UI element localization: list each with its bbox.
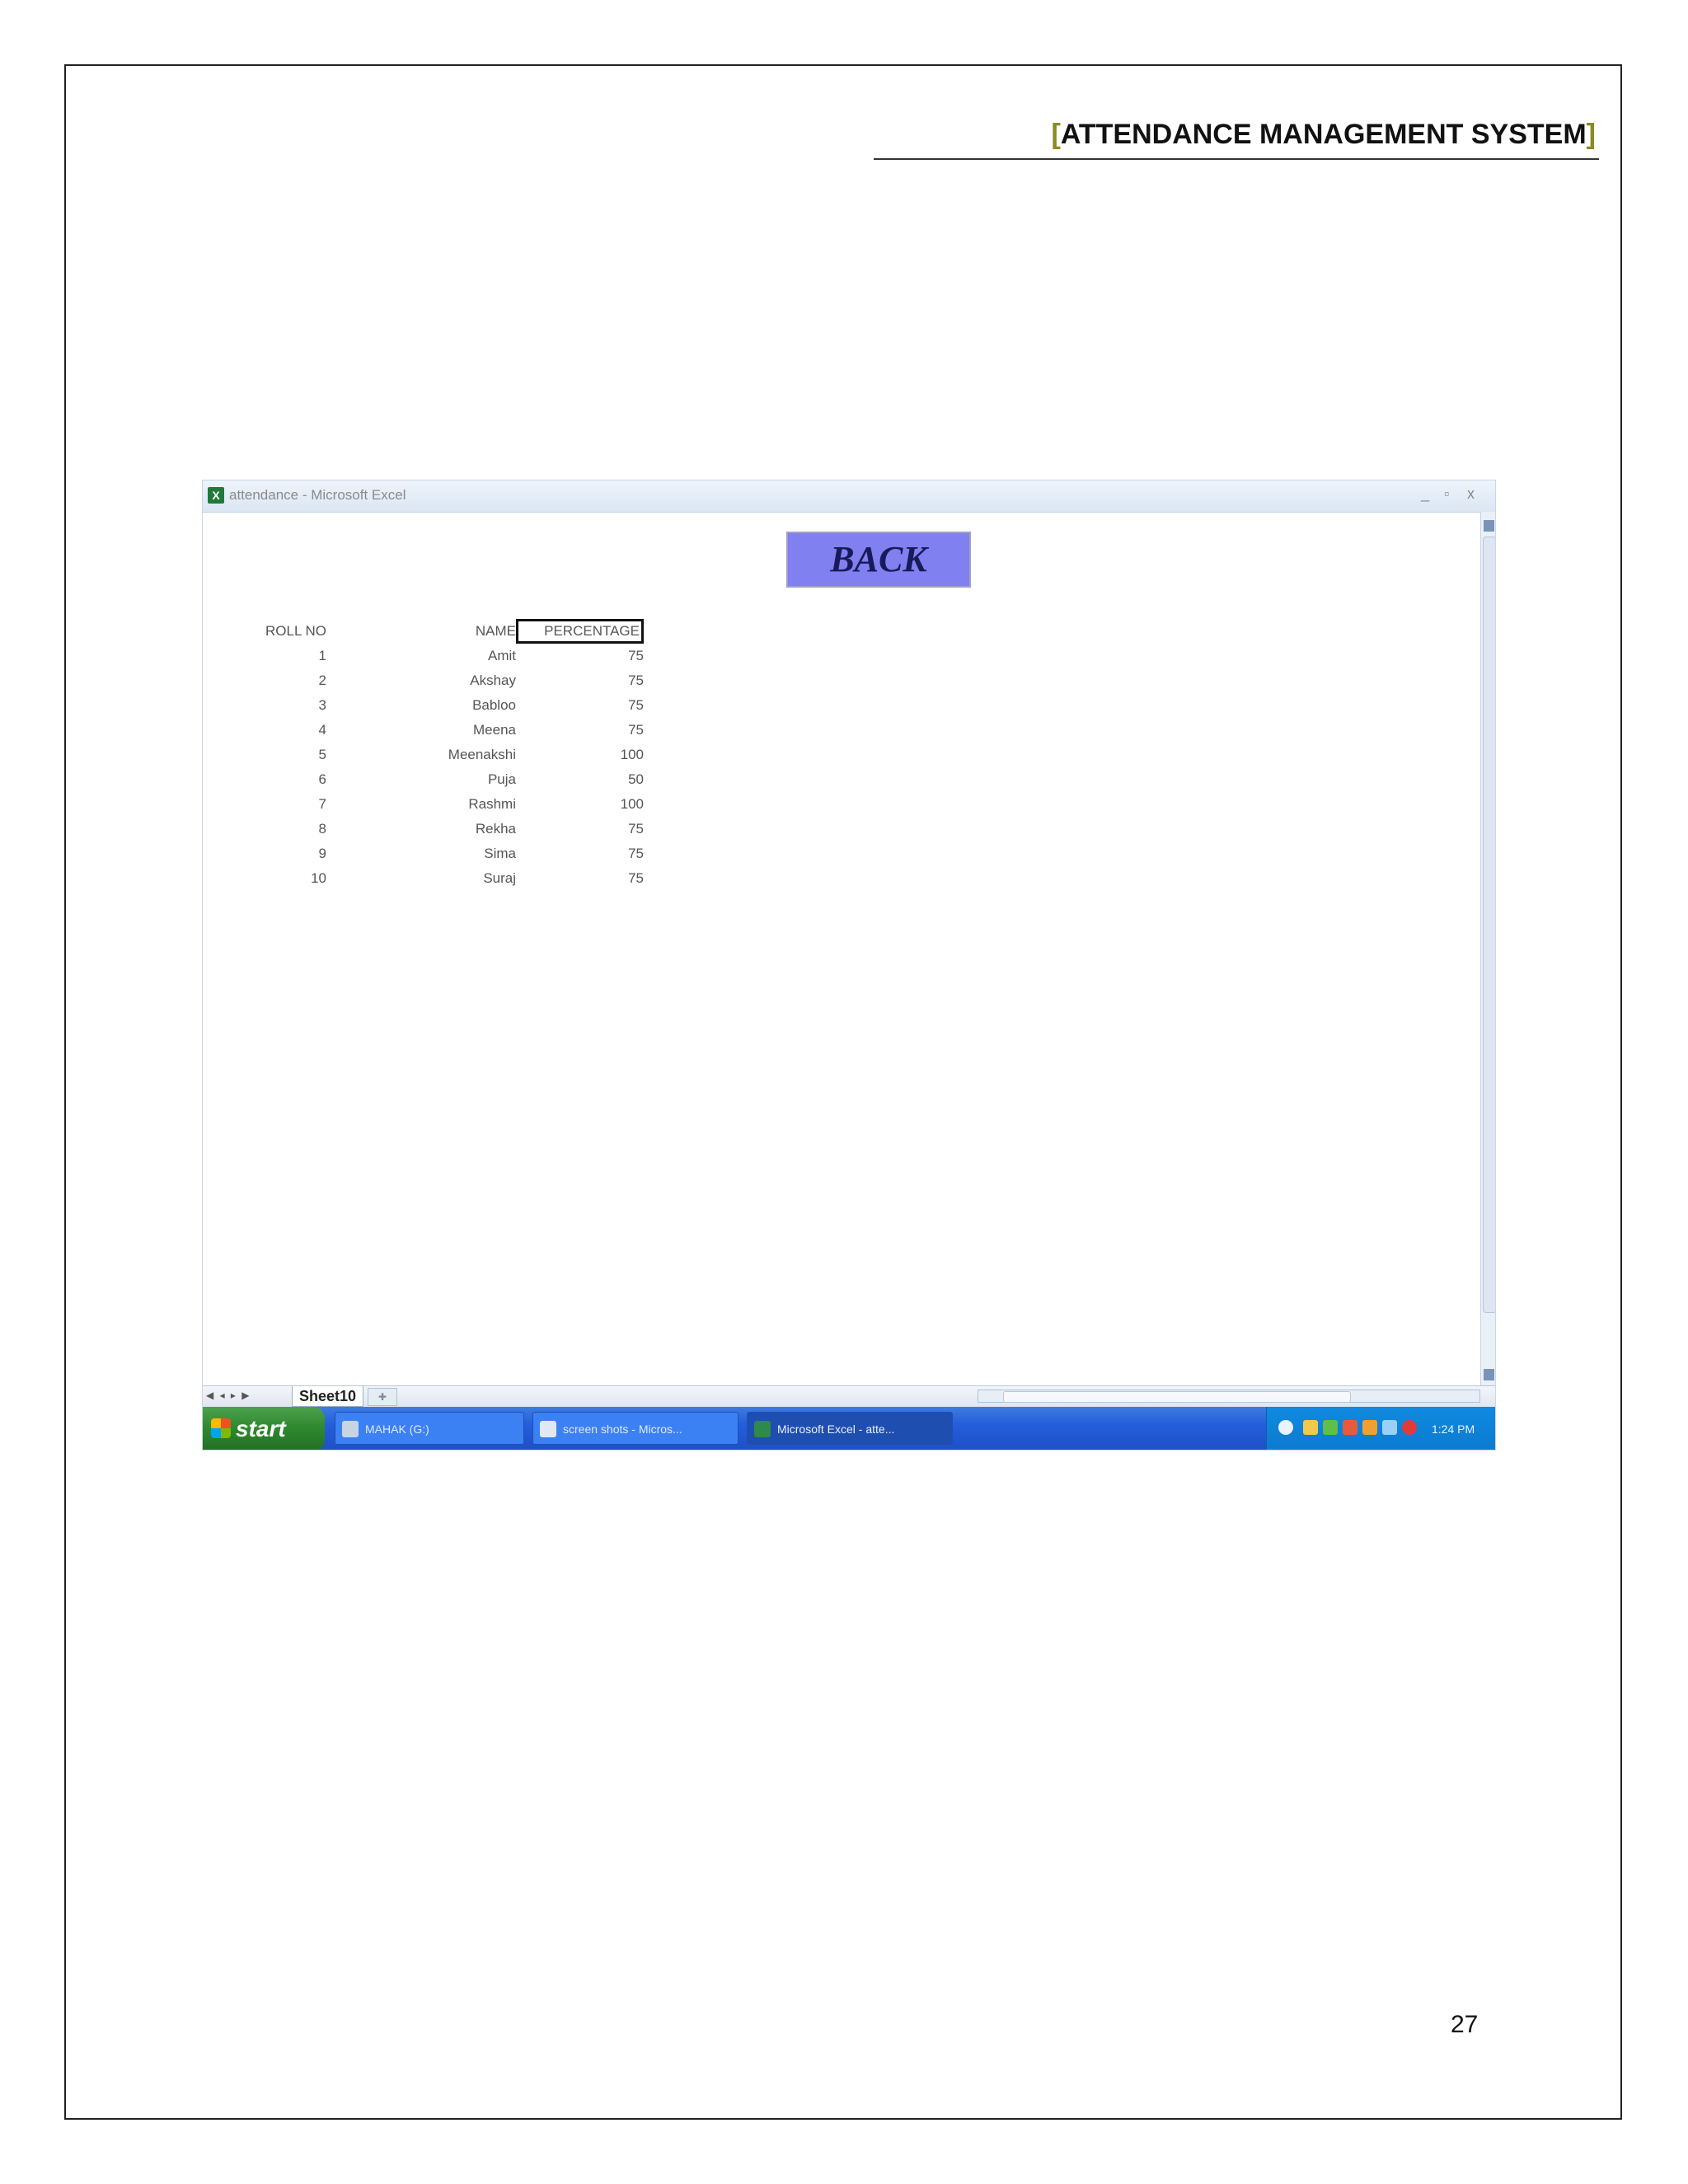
cell-roll[interactable]: 9 [244,841,326,866]
start-button[interactable]: start [203,1407,325,1450]
network-icon[interactable] [1278,1420,1293,1435]
back-button[interactable]: BACK [786,532,971,588]
cell-percentage[interactable]: 100 [516,743,644,767]
cell-roll[interactable]: 1 [244,644,326,668]
cell-name[interactable]: Babloo [335,693,516,718]
sheet-nav-arrows-icon[interactable]: ◀ ◂ ▸ ▶ [206,1390,251,1401]
sheet-tab-bar: ◀ ◂ ▸ ▶ Sheet10 ✚ [203,1385,1495,1408]
horizontal-scrollbar[interactable] [978,1390,1480,1403]
cell-roll[interactable]: 2 [244,668,326,693]
system-tray: 1:24 PM [1266,1407,1495,1450]
cell-percentage[interactable]: 75 [516,693,644,718]
taskbar-item-label: Microsoft Excel - atte... [777,1422,895,1436]
excel-screenshot: X attendance - Microsoft Excel _ ▫ x BAC… [202,480,1496,1451]
tray-app-icon[interactable] [1323,1420,1338,1435]
horizontal-scroll-thumb[interactable] [1003,1391,1351,1403]
page-header: [ATTENDANCE MANAGEMENT SYSTEM] [874,109,1599,160]
tray-app-icon[interactable] [1362,1420,1377,1435]
close-button[interactable]: x [1467,485,1475,503]
tray-app-icon[interactable] [1382,1420,1397,1435]
cell-percentage[interactable]: 50 [516,767,644,792]
windows-taskbar: start MAHAK (G:) screen shots - Micros..… [203,1407,1495,1450]
cell-name[interactable]: Rekha [335,817,516,841]
cell-roll[interactable]: 10 [244,866,326,891]
excel-icon [754,1421,771,1437]
start-label: start [236,1416,286,1441]
cell-name[interactable]: Puja [335,767,516,792]
tray-app-icon[interactable] [1303,1420,1318,1435]
excel-icon: X [208,487,224,504]
cell-name[interactable]: Suraj [335,866,516,891]
cell-name[interactable]: Meena [335,718,516,743]
taskbar-item[interactable]: screen shots - Micros... [532,1412,738,1445]
document-icon [540,1421,556,1437]
cell-percentage[interactable]: 75 [516,644,644,668]
windows-flag-icon [211,1418,231,1438]
excel-titlebar: X attendance - Microsoft Excel _ ▫ x [203,480,1495,513]
header-title: ATTENDANCE MANAGEMENT SYSTEM [1060,119,1587,150]
scroll-up-icon[interactable] [1484,520,1494,532]
cell-roll[interactable]: 6 [244,767,326,792]
cell-roll[interactable]: 3 [244,693,326,718]
maximize-button[interactable]: ▫ [1444,485,1449,503]
cell-name[interactable]: Rashmi [335,792,516,817]
cell-name[interactable]: Akshay [335,668,516,693]
header-percentage[interactable]: PERCENTAGE [516,619,644,644]
sheet-tab[interactable]: Sheet10 [292,1386,364,1407]
taskbar-item[interactable]: Microsoft Excel - atte... [747,1412,953,1445]
cell-percentage[interactable]: 100 [516,792,644,817]
scroll-down-icon[interactable] [1484,1369,1494,1380]
insert-sheet-icon[interactable]: ✚ [368,1388,397,1406]
cell-name[interactable]: Amit [335,644,516,668]
cell-roll[interactable]: 7 [244,792,326,817]
cell-name[interactable]: Sima [335,841,516,866]
security-icon[interactable] [1402,1420,1417,1435]
cell-percentage[interactable]: 75 [516,668,644,693]
scroll-thumb[interactable] [1483,537,1495,1313]
header-bracket-open: [ [1051,119,1061,150]
clock: 1:24 PM [1432,1422,1475,1436]
minimize-button[interactable]: _ [1421,485,1429,503]
taskbar-item[interactable]: MAHAK (G:) [335,1412,524,1445]
cell-name[interactable]: Meenakshi [335,743,516,767]
cell-roll[interactable]: 4 [244,718,326,743]
header-bracket-close: ] [1586,119,1596,150]
page-number: 27 [1451,2011,1479,2038]
vertical-scrollbar[interactable] [1480,512,1495,1385]
cell-percentage[interactable]: 75 [516,866,644,891]
tray-app-icon[interactable] [1343,1420,1357,1435]
window-title: attendance - Microsoft Excel [229,487,406,503]
cell-percentage[interactable]: 75 [516,817,644,841]
header-name: NAME [475,623,516,639]
drive-icon [342,1421,359,1437]
taskbar-item-label: screen shots - Micros... [563,1422,682,1436]
cell-roll[interactable]: 5 [244,743,326,767]
cell-percentage[interactable]: 75 [516,718,644,743]
taskbar-item-label: MAHAK (G:) [365,1422,429,1436]
header-roll-no: ROLL NO [265,623,326,639]
cell-roll[interactable]: 8 [244,817,326,841]
cell-percentage[interactable]: 75 [516,841,644,866]
